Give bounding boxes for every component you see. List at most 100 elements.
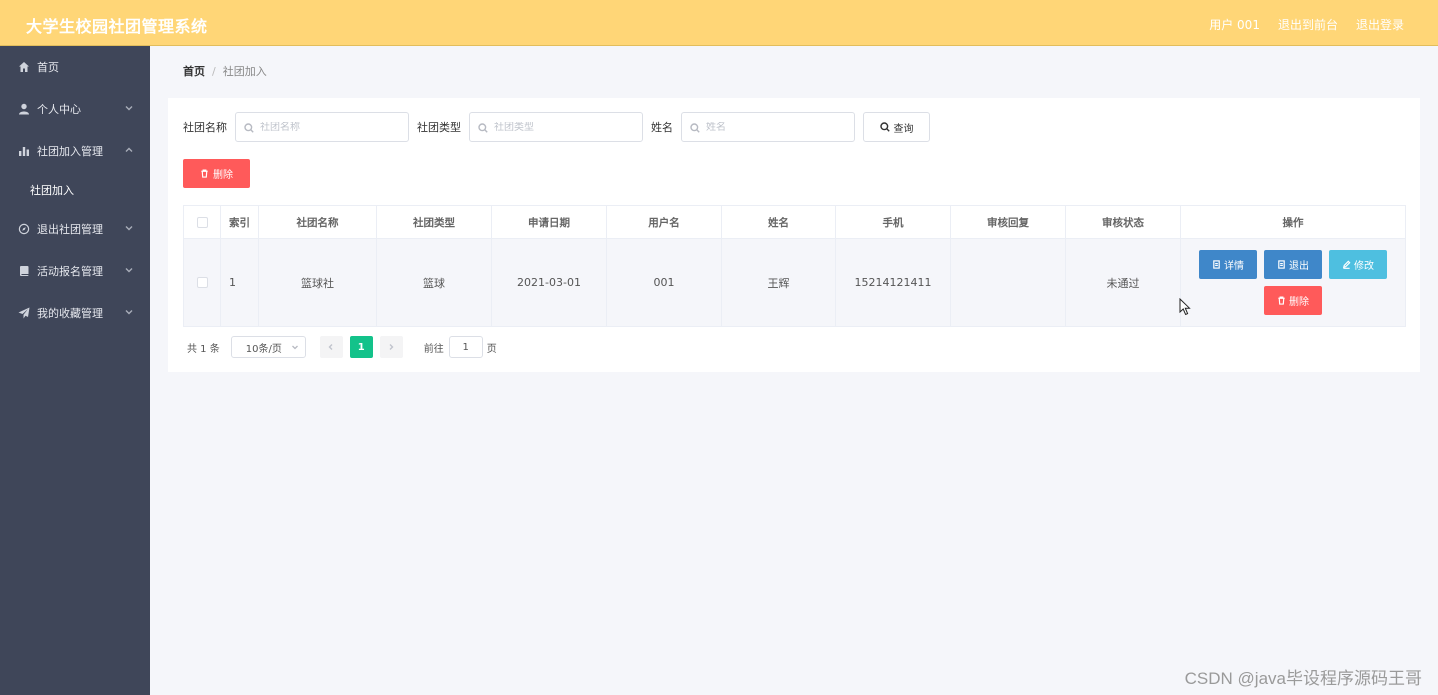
sidebar-item-label: 活动报名管理 [37,265,103,278]
exit-button-label: 退出 [1289,261,1309,272]
breadcrumb: 首页 / 社团加入 [168,52,1418,90]
breadcrumb-current: 社团加入 [222,65,267,78]
chevron-down-icon [124,103,134,113]
document-icon [1213,260,1220,269]
chevron-left-icon [328,344,333,350]
watermark: CSDN @java毕设程序源码王哥 [1184,669,1422,688]
book-icon [18,265,30,277]
exit-button[interactable]: 退出 [1264,250,1322,279]
detail-button-label: 详情 [1224,261,1244,272]
pagination-total: 共 1 条 [187,343,220,355]
edit-icon [1342,260,1351,269]
sidebar-item-club-join-management[interactable]: 社团加入管理 [0,130,150,172]
prev-page-button[interactable] [319,336,343,358]
table-header: 索引 社团名称 社团类型 申请日期 用户名 姓名 手机 审核回复 审核状态 操作 [184,206,1405,239]
edit-button[interactable]: 修改 [1329,250,1387,279]
cell-actions: 详情 退出 修改 删除 [1181,239,1405,326]
goto-input-wrapper [448,336,483,358]
cell-club-type: 篮球 [377,239,492,326]
chevron-down-icon [124,307,134,317]
column-header-username: 用户名 [607,206,722,238]
sidebar-item-label: 个人中心 [37,103,81,116]
column-header-review-status: 审核状态 [1066,206,1181,238]
pagination: 共 1 条 10条/页 1 前往 页 [187,336,497,358]
club-type-label: 社团类型 [417,121,461,134]
name-input-wrapper [681,112,855,142]
send-icon [18,307,30,319]
home-icon [18,61,30,73]
bar-chart-icon [18,145,30,157]
row-select-cell [184,239,221,326]
select-all-checkbox[interactable] [196,216,208,228]
cell-review-status: 未通过 [1066,239,1181,326]
cell-phone: 15214121411 [836,239,951,326]
page-suffix: 页 [486,343,497,355]
column-header-club-type: 社团类型 [377,206,492,238]
chevron-down-icon [291,343,299,351]
sidebar-item-favorites-management[interactable]: 我的收藏管理 [0,292,150,334]
compass-icon [18,223,30,235]
select-all-cell [184,206,221,238]
current-user-label: 用户 001 [1209,18,1260,32]
search-icon [478,122,488,133]
query-button[interactable]: 查询 [863,112,930,142]
search-icon [690,122,700,133]
column-header-review-reply: 审核回复 [951,206,1066,238]
column-header-club-name: 社团名称 [259,206,377,238]
search-icon [244,122,254,133]
bulk-delete-label: 删除 [213,170,233,181]
sidebar-item-label: 退出社团管理 [37,223,103,236]
sidebar-item-label: 首页 [37,61,59,74]
sidebar-item-home[interactable]: 首页 [0,46,150,88]
sidebar-item-personal-center[interactable]: 个人中心 [0,88,150,130]
club-name-label: 社团名称 [183,121,227,134]
bulk-delete-button[interactable]: 删除 [183,159,250,188]
to-front-link[interactable]: 退出到前台 [1278,16,1338,33]
page-size-select[interactable]: 10条/页 [230,336,306,358]
cell-apply-date: 2021-03-01 [492,239,607,326]
name-input[interactable] [706,121,846,133]
club-join-table: 索引 社团名称 社团类型 申请日期 用户名 姓名 手机 审核回复 审核状态 操作… [183,205,1406,327]
query-button-label: 查询 [893,123,914,135]
breadcrumb-separator: / [212,64,216,78]
row-actions: 详情 退出 修改 删除 [1193,250,1393,315]
column-header-apply-date: 申请日期 [492,206,607,238]
content-panel: 社团名称 社团类型 姓名 查询 删除 索引 社团名称 社团类型 申请日期 [168,98,1420,372]
header-links: 用户 001 退出到前台 退出登录 [1209,16,1404,33]
app-title: 大学生校园社团管理系统 [26,17,208,36]
next-page-button[interactable] [379,336,403,358]
edit-button-label: 修改 [1354,261,1374,272]
goto-page-input[interactable] [452,341,479,353]
search-form: 社团名称 社团类型 姓名 查询 [183,112,930,142]
delete-button-label: 删除 [1289,297,1309,308]
cell-name: 王辉 [722,239,836,326]
column-header-index: 索引 [221,206,259,238]
breadcrumb-home[interactable]: 首页 [183,63,205,79]
sidebar-item-label: 社团加入管理 [37,145,103,158]
cell-index: 1 [221,239,259,326]
logout-link[interactable]: 退出登录 [1356,16,1404,33]
sidebar-item-quit-club-management[interactable]: 退出社团管理 [0,208,150,250]
cell-club-name: 篮球社 [259,239,377,326]
club-name-input-wrapper [235,112,409,142]
club-name-input[interactable] [260,121,400,133]
trash-icon [201,169,208,178]
column-header-phone: 手机 [836,206,951,238]
delete-button[interactable]: 删除 [1264,286,1322,315]
page-size-value: 10条/页 [245,343,282,355]
club-type-input[interactable] [494,121,634,133]
club-type-input-wrapper [469,112,643,142]
sidebar-item-activity-signup-management[interactable]: 活动报名管理 [0,250,150,292]
chevron-down-icon [124,223,134,233]
sidebar-subitem-club-join[interactable]: 社团加入 [0,172,150,208]
cell-review-reply [951,239,1066,326]
detail-button[interactable]: 详情 [1199,250,1257,279]
sidebar-item-label: 我的收藏管理 [37,307,103,320]
goto-label: 前往 [423,343,444,355]
column-header-actions: 操作 [1282,216,1304,229]
row-checkbox[interactable] [196,277,208,288]
column-header-name: 姓名 [722,206,836,238]
cell-username: 001 [607,239,722,326]
page-number-current[interactable]: 1 [349,336,373,358]
user-icon [18,103,30,115]
